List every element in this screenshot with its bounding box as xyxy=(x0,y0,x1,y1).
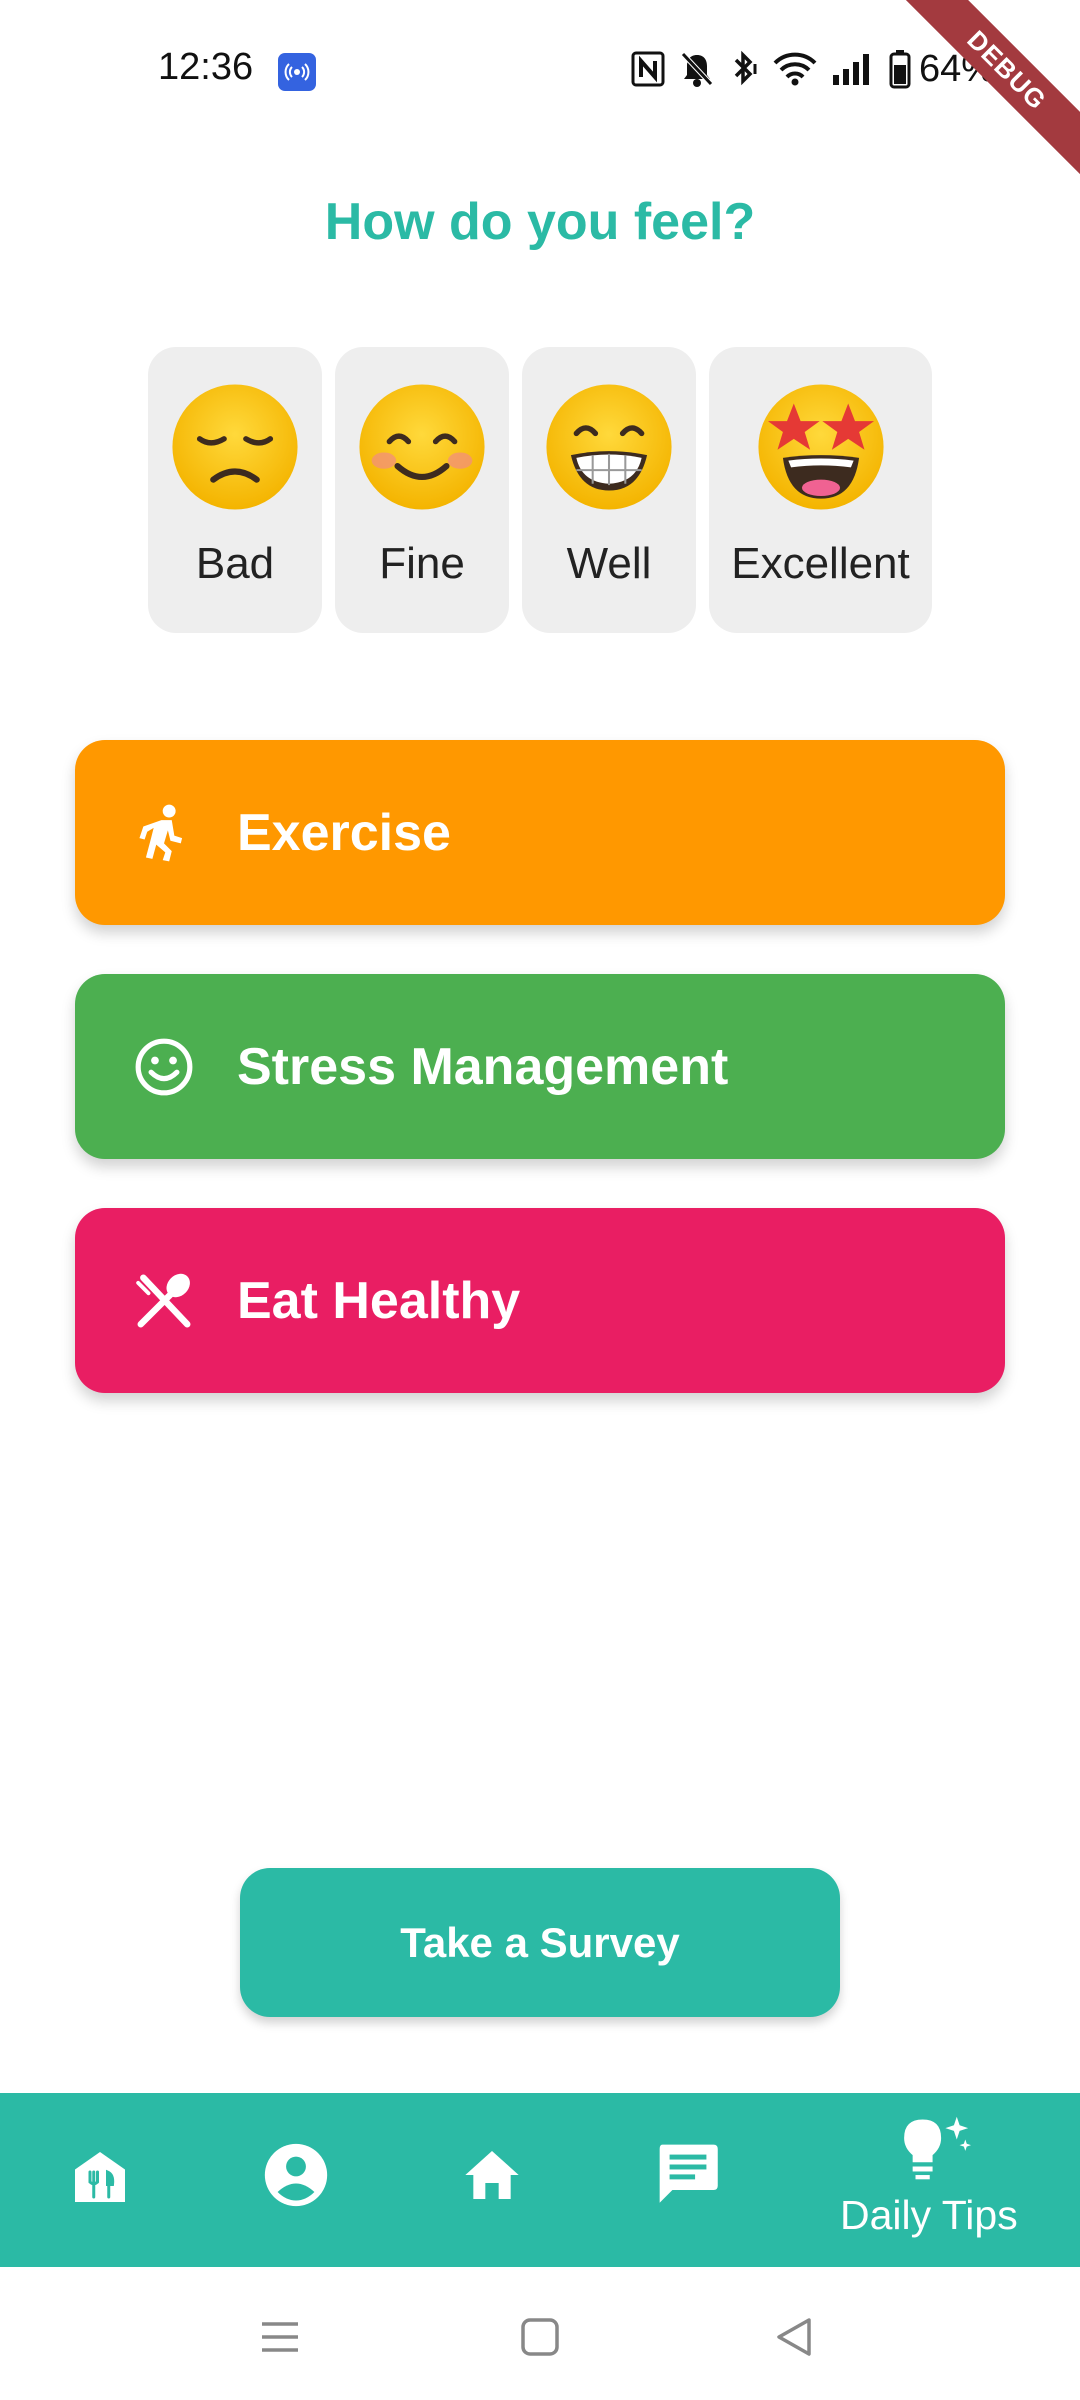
smiling-face-icon xyxy=(359,384,485,510)
bluetooth-icon xyxy=(734,50,757,86)
running-icon xyxy=(139,804,183,862)
exercise-label: Exercise xyxy=(237,803,451,862)
home-square-icon[interactable] xyxy=(510,2307,570,2367)
nfc-icon xyxy=(631,51,665,87)
exercise-button[interactable]: Exercise xyxy=(75,740,1005,925)
star-struck-icon xyxy=(757,384,884,510)
mute-bell-icon xyxy=(681,52,713,87)
status-bar: 12:36 64% xyxy=(0,0,1080,140)
mood-option-fine[interactable]: Fine xyxy=(335,347,509,633)
app-screen: 12:36 64% DEBUG How do you feel? Bad Fin… xyxy=(0,0,1080,2400)
mood-option-excellent[interactable]: Excellent xyxy=(709,347,932,633)
nav-profile[interactable] xyxy=(236,2093,356,2267)
broadcast-app-icon xyxy=(278,53,316,91)
nav-chat[interactable] xyxy=(628,2093,748,2267)
stress-management-button[interactable]: Stress Management xyxy=(75,974,1005,1159)
mood-selector: Bad Fine Well Excellent xyxy=(148,347,932,633)
mood-label: Bad xyxy=(195,539,275,588)
page-title: How do you feel? xyxy=(324,193,756,251)
status-time: 12:36 xyxy=(158,46,254,88)
daily-tips-label: Daily Tips xyxy=(840,2192,1018,2238)
status-icons: 64% xyxy=(631,48,995,90)
mood-option-bad[interactable]: Bad xyxy=(148,347,322,633)
back-triangle-icon[interactable] xyxy=(765,2307,825,2367)
nav-home[interactable] xyxy=(432,2093,552,2267)
mood-label: Excellent xyxy=(731,539,910,588)
fork-spoon-icon xyxy=(136,1273,191,1328)
battery-icon xyxy=(889,50,911,89)
smiley-icon xyxy=(135,1038,193,1096)
system-nav-bar xyxy=(0,2267,1080,2400)
take-survey-button[interactable]: Take a Survey xyxy=(240,1868,840,2017)
account-icon xyxy=(264,2143,328,2207)
recent-apps-icon[interactable] xyxy=(250,2307,310,2367)
signal-icon xyxy=(832,54,869,85)
mood-label: Fine xyxy=(379,539,465,588)
bottom-nav: Daily Tips xyxy=(0,2093,1080,2267)
disappointed-face-icon xyxy=(172,384,298,510)
mood-label: Well xyxy=(566,539,652,588)
stress-management-label: Stress Management xyxy=(237,1037,729,1096)
restaurant-home-icon xyxy=(75,2152,125,2202)
eat-healthy-button[interactable]: Eat Healthy xyxy=(75,1208,1005,1393)
chat-icon xyxy=(659,2144,718,2203)
eat-healthy-label: Eat Healthy xyxy=(237,1271,521,1330)
daily-tips-icon xyxy=(904,2116,971,2180)
grinning-face-icon xyxy=(546,384,672,510)
wifi-icon xyxy=(773,52,817,86)
nav-restaurant-home[interactable] xyxy=(40,2093,160,2267)
home-icon xyxy=(465,2151,519,2199)
mood-option-well[interactable]: Well xyxy=(522,347,696,633)
nav-daily-tips[interactable]: Daily Tips xyxy=(820,2093,1060,2267)
